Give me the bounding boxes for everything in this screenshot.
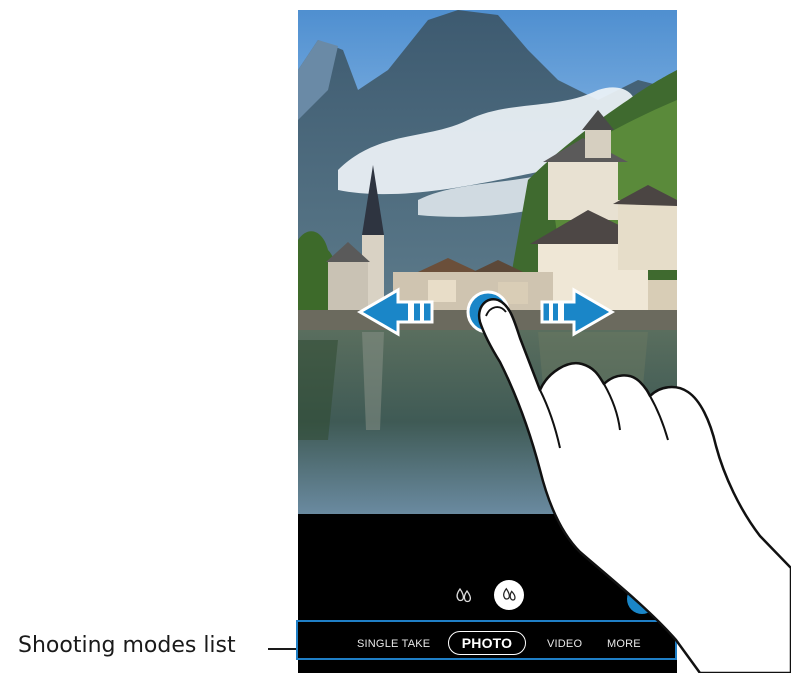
camera-viewfinder[interactable]: [298, 10, 677, 514]
mode-video[interactable]: VIDEO: [547, 638, 582, 650]
scene-preview: [298, 10, 677, 514]
shooting-modes-list: SINGLE TAKE PHOTO VIDEO MORE: [298, 627, 677, 663]
callout-label: Shooting modes list: [18, 633, 236, 658]
callout-leader-line: [268, 648, 296, 650]
mode-photo[interactable]: PHOTO: [448, 631, 526, 655]
bixby-vision-icon[interactable]: [627, 584, 657, 614]
lens-effect-active-icon[interactable]: [494, 580, 524, 610]
lens-effect-icon[interactable]: [451, 583, 477, 609]
camera-control-bar: SINGLE TAKE PHOTO VIDEO MORE: [298, 514, 677, 673]
mode-more[interactable]: MORE: [607, 638, 641, 650]
manual-illustration: SINGLE TAKE PHOTO VIDEO MORE Shooting mo…: [0, 0, 791, 673]
mode-single-take[interactable]: SINGLE TAKE: [357, 638, 430, 650]
phone-screen: SINGLE TAKE PHOTO VIDEO MORE: [298, 10, 677, 673]
